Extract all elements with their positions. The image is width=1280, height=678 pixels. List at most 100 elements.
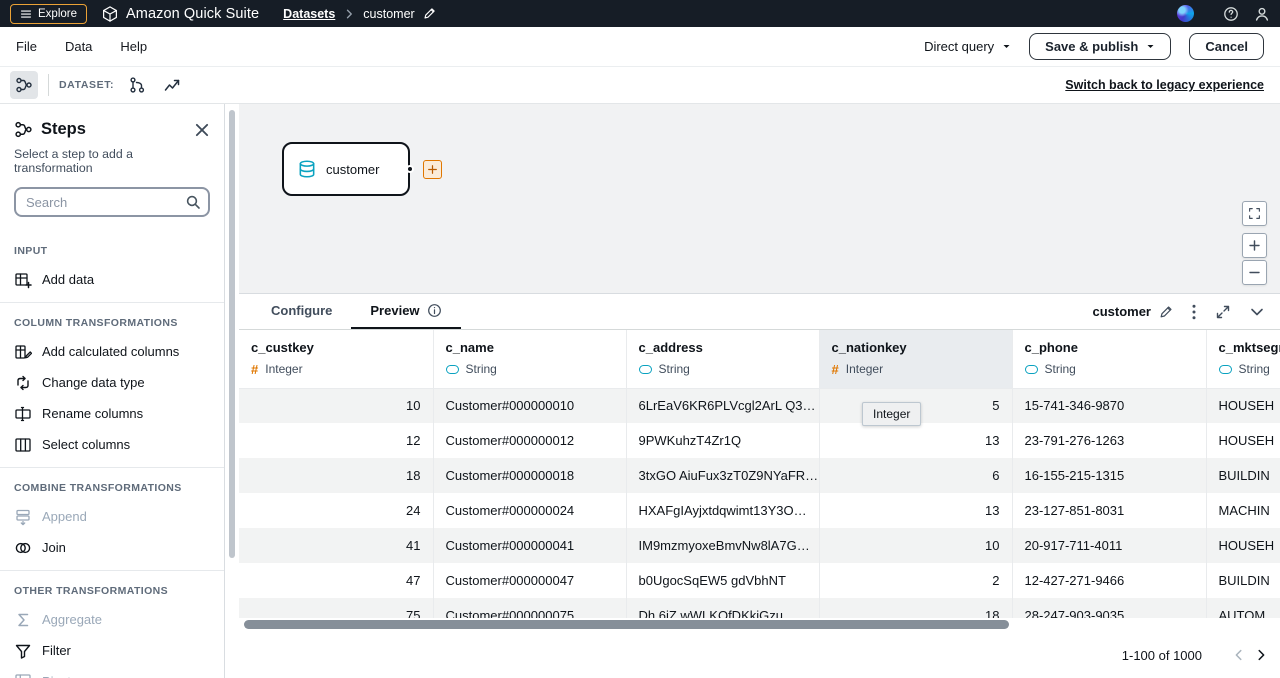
assistant-icon[interactable] [1177,5,1194,22]
steps-panel-toggle-button[interactable] [10,71,38,99]
direct-query-dropdown[interactable]: Direct query [924,39,1011,54]
search-icon [185,194,201,210]
column-header-c_mktsegm[interactable]: c_mktsegmString [1206,330,1280,388]
column-type-label: String [1045,362,1076,376]
pivot-icon [14,673,32,678]
add-step-button[interactable] [423,160,442,179]
sidebar-item-filter[interactable]: Filter [0,635,224,666]
menu-actions: Direct query Save & publish Cancel [924,33,1264,60]
minus-icon [1248,266,1261,279]
edit-name-icon[interactable] [1159,305,1173,319]
menu-help[interactable]: Help [120,39,147,54]
menu-data[interactable]: Data [65,39,92,54]
column-header-c_name[interactable]: c_nameString [433,330,626,388]
sidebar-item-add-calculated-columns[interactable]: Add calculated columns [0,336,224,367]
sidebar-item-select-columns[interactable]: Select columns [0,429,224,460]
sidebar-sections: INPUTAdd dataCOLUMN TRANSFORMATIONSAdd c… [0,231,224,678]
column-type-label: String [659,362,690,376]
vertical-scrollbar [225,104,239,678]
app-title: Amazon Quick Suite [126,6,259,22]
legacy-experience-link[interactable]: Switch back to legacy experience [1065,78,1264,92]
hamburger-icon [20,8,32,20]
collapse-panel-button[interactable] [1249,304,1265,320]
user-icon[interactable] [1254,6,1270,22]
table-row: 24Customer#000000024HXAFgIAyjxtdqwimt13Y… [239,493,1280,528]
horizontal-scrollbar-thumb[interactable] [244,620,1009,629]
breadcrumb-datasets-link[interactable]: Datasets [283,7,335,21]
sidebar-item-join[interactable]: Join [0,532,224,563]
dataset-label: DATASET: [59,79,114,91]
visualize-trend-icon[interactable] [159,73,184,98]
menu-file[interactable]: File [16,39,37,54]
cancel-button[interactable]: Cancel [1189,33,1264,60]
sidebar-section-label: INPUT [0,236,224,264]
info-icon[interactable] [427,303,442,318]
table-row: 41Customer#000000041IM9mzmyoxeBmvNw8lA7G… [239,528,1280,563]
cell-c_address: b0UgocSqEW5 gdVbhNT [626,563,819,598]
tab-configure[interactable]: Configure [252,294,351,329]
preview-panel: Configure Preview customer [239,294,1280,678]
column-header-c_address[interactable]: c_addressString [626,330,819,388]
sidebar-section: OTHER TRANSFORMATIONSAggregateFilterPivo… [0,570,224,678]
kebab-icon [1191,304,1197,320]
flow-canvas[interactable]: customer [239,104,1280,294]
search-box [14,187,210,217]
change-data-type-icon [14,374,32,392]
table-row: 12Customer#0000000129PWKuhzT4Zr1Q1323-79… [239,423,1280,458]
column-header-c_custkey[interactable]: c_custkey#Integer [239,330,433,388]
cell-c_nationkey: 18 [819,598,1012,618]
sidebar-item-change-data-type[interactable]: Change data type [0,367,224,398]
save-publish-button[interactable]: Save & publish [1029,33,1171,60]
dataset-branch-icon[interactable] [124,73,149,98]
column-header-c_phone[interactable]: c_phone String [1012,330,1206,388]
cell-c_address: 9PWKuhzT4Zr1Q [626,423,819,458]
dataset-node-customer[interactable]: customer [282,142,410,196]
table-row: 47Customer#000000047b0UgocSqEW5 gdVbhNT2… [239,563,1280,598]
preview-table-area: c_custkey#Integerc_nameStringc_addressSt… [239,330,1280,618]
caret-down-icon [1002,42,1011,51]
tab-label: Preview [370,303,419,318]
cell-c_address: 3txGO AiuFux3zT0Z9NYaFR… [626,458,819,493]
topbar-actions [1177,5,1270,22]
table-row: 18Customer#0000000183txGO AiuFux3zT0Z9NY… [239,458,1280,493]
explore-button[interactable]: Explore [10,4,87,24]
column-header-c_nationkey[interactable]: c_nationkey#Integer [819,330,1012,388]
search-input[interactable] [14,187,210,217]
tab-preview[interactable]: Preview [351,294,460,329]
node-output-port [406,165,414,173]
plus-icon [427,164,438,175]
steps-subtitle: Select a step to add a transformation [0,139,224,175]
zoom-in-button[interactable] [1242,233,1267,258]
content-area: customer Configure Preview [239,104,1280,678]
zoom-out-button[interactable] [1242,260,1267,285]
edit-dataset-name-icon[interactable] [423,7,436,20]
next-page-button[interactable] [1250,644,1272,666]
cell-c_mktsegm: HOUSEH [1206,423,1280,458]
filter-icon [14,642,32,660]
vertical-scrollbar-thumb[interactable] [229,110,235,558]
expand-panel-button[interactable] [1215,304,1231,320]
cell-c_mktsegm: AUTOM [1206,598,1280,618]
fit-view-button[interactable] [1242,201,1267,226]
steps-title: Steps [41,120,86,139]
cell-c_custkey: 41 [239,528,433,563]
column-type: String [1025,362,1194,376]
help-icon[interactable] [1223,6,1239,22]
cell-c_address: HXAFgIAyjxtdqwimt13Y3O… [626,493,819,528]
more-options-button[interactable] [1191,304,1197,320]
chevron-down-icon [1249,304,1265,320]
cell-c_phone: 20-917-711-4011 [1012,528,1206,563]
sidebar-item-rename-columns[interactable]: Rename columns [0,398,224,429]
integer-type-icon: # [832,363,839,376]
steps-sidebar: Steps Select a step to add a transformat… [0,104,225,678]
column-type: String [446,362,614,376]
cell-c_phone: 12-427-271-9466 [1012,563,1206,598]
previous-page-button [1228,644,1250,666]
close-steps-button[interactable] [194,122,210,138]
cell-c_name: Customer#000000010 [433,388,626,423]
sidebar-item-add-data[interactable]: Add data [0,264,224,295]
horizontal-scrollbar [239,618,1280,632]
column-name: c_phone [1025,340,1194,355]
cell-c_custkey: 24 [239,493,433,528]
cell-c_phone: 16-155-215-1315 [1012,458,1206,493]
